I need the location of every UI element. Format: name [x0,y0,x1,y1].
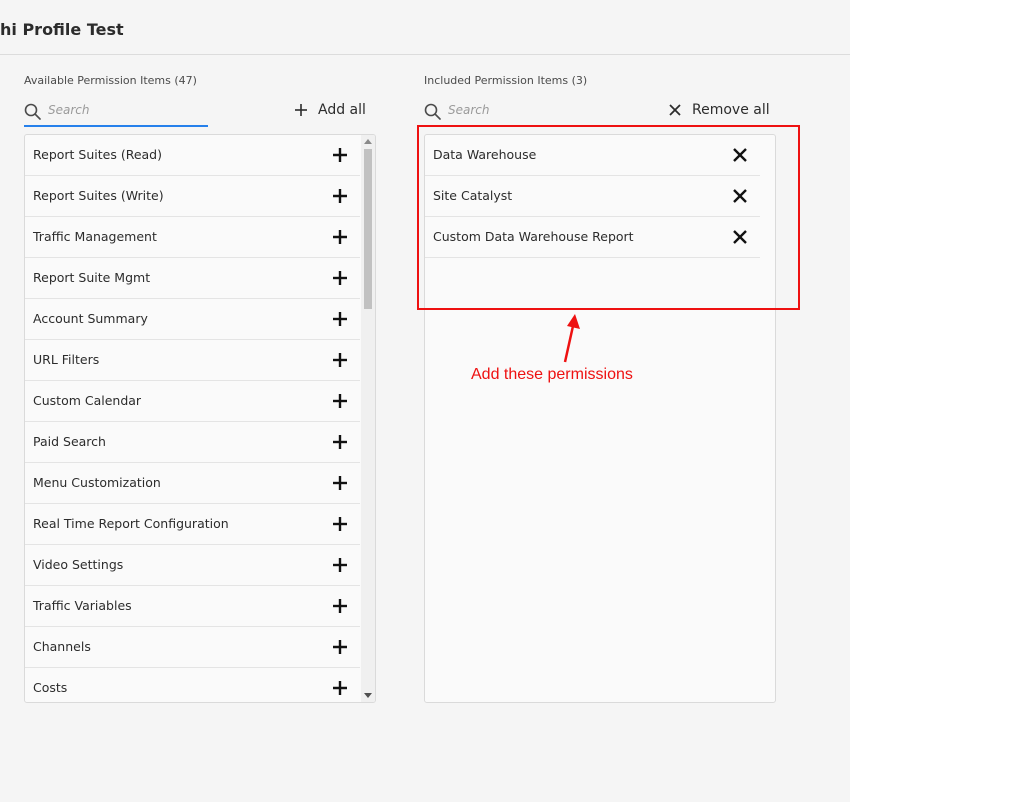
list-item-label: Real Time Report Configuration [33,516,229,531]
plus-icon [332,516,348,532]
list-item: Report Suites (Read) [25,135,360,176]
remove-item-button[interactable] [729,144,751,166]
page-title: hi Profile Test [0,20,124,39]
included-items-list[interactable]: Data Warehouse Site Catalyst Custom Data W… [424,134,776,703]
list-item: Traffic Management [25,217,360,258]
list-item: Traffic Variables [25,586,360,627]
scroll-down-arrow[interactable] [364,693,372,698]
available-rows: Report Suites (Read) Report Suites (Write… [25,135,375,703]
included-rows: Data Warehouse Site Catalyst Custom Data W… [425,135,775,258]
annotation-arrow-icon [555,312,585,364]
included-items-title: Included Permission Items (3) [424,74,587,87]
remove-all-button[interactable]: Remove all [668,98,770,122]
list-item: Account Summary [25,299,360,340]
list-item-label: Report Suites (Read) [33,147,162,162]
list-item: URL Filters [25,340,360,381]
list-item: Report Suite Mgmt [25,258,360,299]
plus-icon [332,680,348,696]
remove-item-button[interactable] [729,185,751,207]
list-item-label: Custom Calendar [33,393,141,408]
scrollbar[interactable] [361,135,375,702]
add-item-button[interactable] [329,226,351,248]
list-item: Paid Search [25,422,360,463]
plus-icon [332,270,348,286]
list-item-label: Site Catalyst [433,188,512,203]
close-icon [732,229,748,245]
available-search-input[interactable] [48,100,198,120]
list-item-label: Menu Customization [33,475,161,490]
page: hi Profile Test Available Permission Ite… [0,0,1014,802]
right-gutter [850,0,1014,802]
plus-icon [332,229,348,245]
plus-icon [294,103,308,117]
add-item-button[interactable] [329,595,351,617]
add-item-button[interactable] [329,185,351,207]
list-item: Video Settings [25,545,360,586]
add-item-button[interactable] [329,472,351,494]
plus-icon [332,147,348,163]
add-item-button[interactable] [329,349,351,371]
list-item: Menu Customization [25,463,360,504]
add-item-button[interactable] [329,267,351,289]
included-search [424,97,624,125]
plus-icon [332,598,348,614]
add-item-button[interactable] [329,636,351,658]
remove-item-button[interactable] [729,226,751,248]
list-item-label: Costs [33,680,67,695]
plus-icon [332,434,348,450]
add-item-button[interactable] [329,144,351,166]
list-item-label: Traffic Management [33,229,157,244]
search-icon [424,103,441,120]
scroll-thumb[interactable] [364,149,372,309]
add-all-label: Add all [318,102,366,118]
plus-icon [332,475,348,491]
available-items-title: Available Permission Items (47) [24,74,197,87]
included-search-input[interactable] [448,100,598,120]
search-icon [24,103,41,120]
add-item-button[interactable] [329,431,351,453]
plus-icon [332,557,348,573]
close-icon [668,103,682,117]
available-items-list[interactable]: Report Suites (Read) Report Suites (Write… [24,134,376,703]
annotation-text: Add these permissions [471,366,633,384]
list-item: Report Suites (Write) [25,176,360,217]
list-item: Costs [25,668,360,703]
list-item-label: Account Summary [33,311,148,326]
add-item-button[interactable] [329,390,351,412]
add-item-button[interactable] [329,308,351,330]
plus-icon [332,188,348,204]
list-item: Site Catalyst [425,176,760,217]
list-item-label: Video Settings [33,557,123,572]
available-search [24,97,208,127]
list-item-label: Custom Data Warehouse Report [433,229,634,244]
list-item-label: URL Filters [33,352,99,367]
list-item-label: Data Warehouse [433,147,536,162]
plus-icon [332,393,348,409]
scroll-up-arrow[interactable] [364,139,372,144]
add-item-button[interactable] [329,513,351,535]
list-item: Data Warehouse [425,135,760,176]
header: hi Profile Test [0,0,850,55]
list-item: Custom Calendar [25,381,360,422]
list-item-label: Traffic Variables [33,598,132,613]
remove-all-label: Remove all [692,102,770,118]
list-item-label: Report Suite Mgmt [33,270,150,285]
add-all-button[interactable]: Add all [294,98,366,122]
close-icon [732,188,748,204]
add-item-button[interactable] [329,677,351,699]
list-item-label: Paid Search [33,434,106,449]
list-item: Custom Data Warehouse Report [425,217,760,258]
plus-icon [332,352,348,368]
plus-icon [332,639,348,655]
list-item: Channels [25,627,360,668]
list-item: Real Time Report Configuration [25,504,360,545]
list-item-label: Channels [33,639,91,654]
plus-icon [332,311,348,327]
add-item-button[interactable] [329,554,351,576]
close-icon [732,147,748,163]
list-item-label: Report Suites (Write) [33,188,164,203]
